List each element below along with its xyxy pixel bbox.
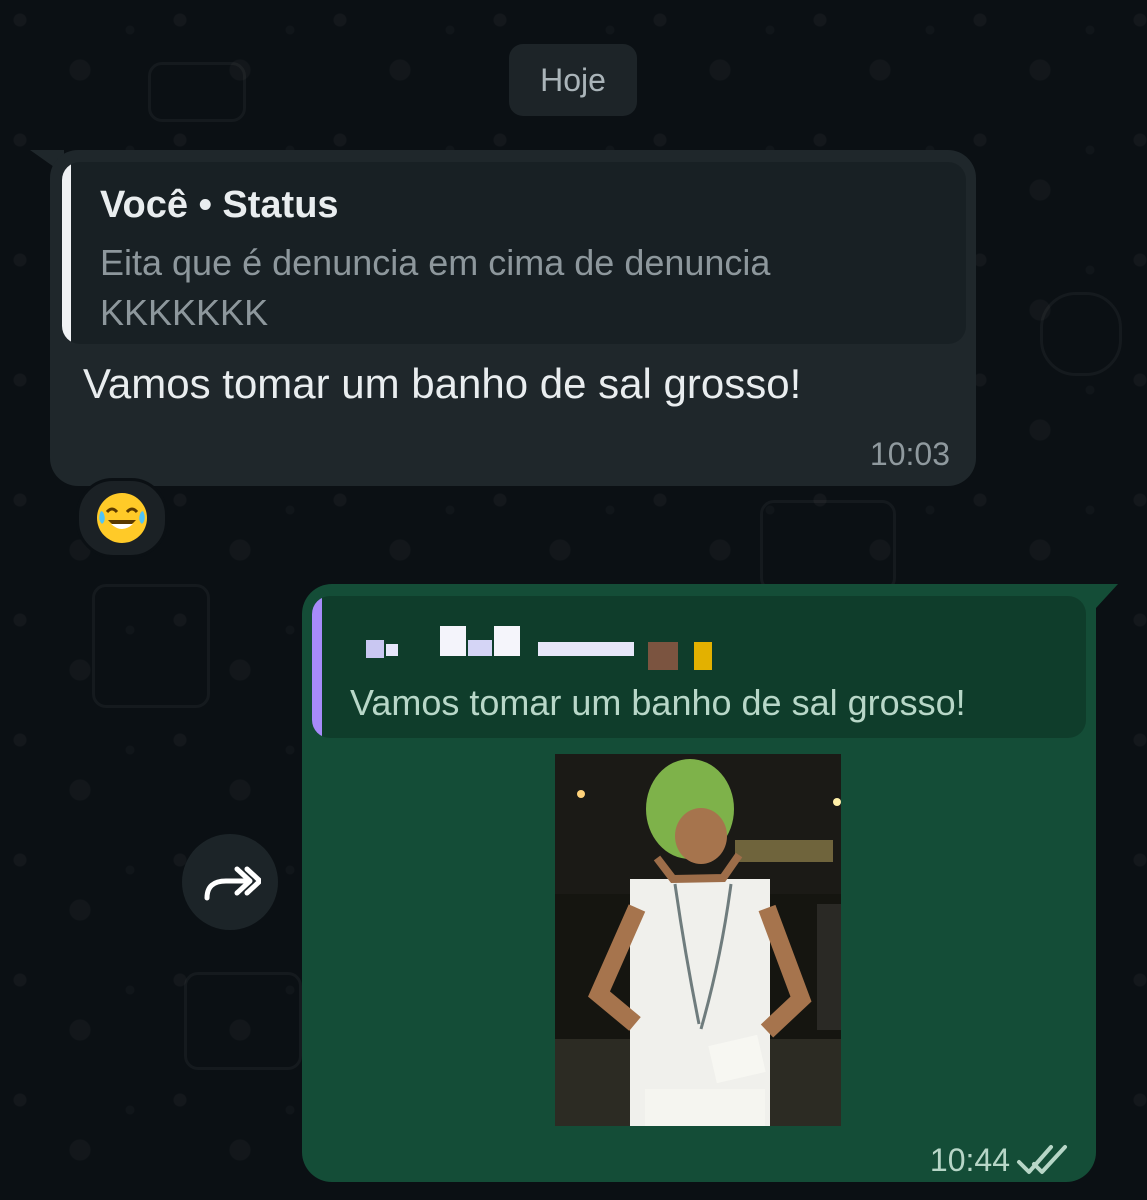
pixelated-contact-name bbox=[366, 626, 736, 670]
forward-arrow-icon bbox=[204, 866, 261, 901]
quoted-status-title: Você • Status bbox=[100, 184, 339, 226]
outgoing-bubble-tail bbox=[1096, 584, 1118, 608]
quoted-status-preview[interactable]: Você • Status Eita que é denuncia em cim… bbox=[62, 162, 966, 344]
media-preview-image bbox=[555, 754, 841, 1126]
incoming-message-bubble[interactable]: Você • Status Eita que é denuncia em cim… bbox=[50, 150, 976, 486]
reaction-emoji-badge[interactable] bbox=[76, 478, 168, 558]
reply-quoted-text: Vamos tomar um banho de sal grosso! bbox=[350, 682, 966, 723]
read-receipt-icon bbox=[1017, 1145, 1067, 1174]
incoming-message-text: Vamos tomar um banho de sal grosso! bbox=[83, 360, 802, 407]
incoming-message-time: 10:03 bbox=[869, 436, 950, 472]
outgoing-message-time: 10:44 bbox=[929, 1142, 1010, 1178]
date-divider: Hoje bbox=[509, 44, 637, 116]
wallpaper-doodle bbox=[1040, 292, 1122, 376]
reply-accent-bar bbox=[312, 596, 322, 738]
outgoing-message-bubble[interactable]: Vamos tomar um banho de sal grosso! 10:4… bbox=[302, 584, 1096, 1182]
laughing-emoji-icon bbox=[97, 493, 147, 543]
wallpaper-doodle bbox=[184, 972, 302, 1070]
wallpaper-doodle bbox=[92, 584, 210, 708]
wallpaper-doodle bbox=[148, 62, 246, 122]
reply-preview[interactable]: Vamos tomar um banho de sal grosso! bbox=[312, 596, 1086, 738]
quote-accent-bar bbox=[62, 162, 71, 344]
gif-thumbnail[interactable] bbox=[555, 754, 841, 1126]
wallpaper-doodle bbox=[760, 500, 896, 592]
quoted-status-text: Eita que é denuncia em cima de denuncia … bbox=[100, 242, 771, 333]
forward-button[interactable] bbox=[182, 834, 278, 930]
